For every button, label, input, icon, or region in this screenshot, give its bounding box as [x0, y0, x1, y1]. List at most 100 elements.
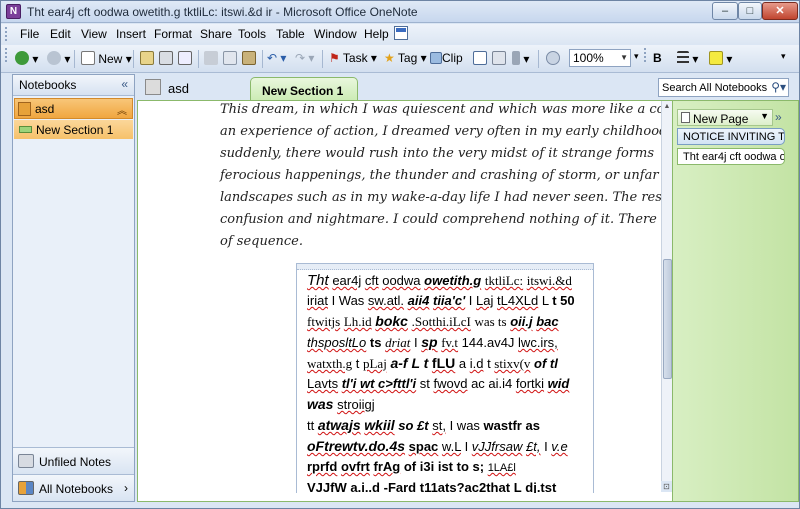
print-preview-icon — [178, 51, 192, 65]
menu-bar: File Edit View Insert Format Share Tools… — [1, 24, 799, 44]
undo-button[interactable]: ↶ ▾ — [267, 51, 286, 67]
new-button[interactable]: New ▾ — [81, 51, 132, 67]
paste-icon — [242, 51, 256, 65]
collapse-nav-button[interactable]: « — [121, 77, 128, 91]
print-preview-button[interactable] — [178, 51, 192, 67]
forward-button[interactable]: ▾ — [47, 51, 70, 67]
new-page-label: New Page — [693, 112, 749, 126]
menu-file[interactable]: File — [20, 27, 39, 41]
bullets-icon — [677, 51, 689, 65]
dropdown-arrow-icon[interactable]: ▼ — [760, 111, 769, 121]
new-page-icon — [81, 51, 95, 65]
toolbar-grip[interactable] — [5, 48, 8, 62]
menu-format[interactable]: Format — [154, 27, 192, 41]
page-canvas[interactable]: This dream, in which I was quiescent and… — [145, 101, 661, 493]
all-notebooks-button[interactable]: All Notebooks › — [13, 474, 134, 501]
envelope-icon — [140, 51, 154, 65]
handwriting-line: of sequence. — [220, 234, 304, 249]
onenote-app-icon[interactable]: N — [6, 4, 21, 19]
task-button[interactable]: ⚑ Task ▾ — [329, 51, 377, 67]
title-bar: N Tht ear4j cft oodwa owetith.g tktliLc:… — [1, 1, 799, 23]
window-layout-icon[interactable] — [394, 26, 408, 40]
section-label: New Section 1 — [36, 123, 114, 137]
handwriting-line: This dream, in which I was quiescent and… — [220, 102, 661, 117]
print-button[interactable] — [159, 51, 173, 67]
page-tab-notice[interactable]: NOTICE INVITING TE — [677, 128, 785, 145]
pen-button[interactable]: ▾ — [512, 51, 529, 67]
separator — [262, 50, 263, 68]
paste-button[interactable] — [242, 51, 256, 67]
notebook-asd[interactable]: asd ︽ — [14, 98, 133, 119]
redo-button[interactable]: ↷ ▾ — [295, 51, 314, 67]
collapse-notebook-icon[interactable]: ︽ — [117, 102, 127, 117]
print-icon — [159, 51, 173, 65]
menu-share[interactable]: Share — [200, 27, 232, 41]
page-tab-current[interactable]: Tht ear4j cft oodwa o — [677, 148, 785, 165]
unfiled-notes-label: Unfiled Notes — [39, 455, 112, 469]
maximize-button[interactable]: □ — [738, 2, 762, 20]
research-button[interactable] — [546, 51, 560, 67]
bold-button[interactable]: B — [653, 51, 662, 67]
collapse-pages-button[interactable]: » — [775, 110, 782, 124]
table-button[interactable] — [473, 51, 487, 67]
menu-grip[interactable] — [5, 27, 8, 41]
scroll-up-icon[interactable]: ▲ — [662, 102, 672, 112]
toolbar-overflow-button[interactable]: ▾ — [634, 51, 639, 67]
back-button[interactable]: ▾ — [15, 51, 38, 67]
toolbar-options-button[interactable]: ▾ — [781, 51, 786, 67]
dropdown-arrow-icon: ▼ — [620, 53, 628, 62]
menu-window[interactable]: Window — [314, 27, 357, 41]
copy-icon — [223, 51, 237, 65]
clip-label: Clip — [442, 51, 463, 65]
ocr-text-block[interactable]: Tht ear4j cft oodwa owetith.g tktliLc: i… — [307, 271, 593, 493]
window-title: Tht ear4j cft oodwa owetith.g tktliLc: i… — [27, 5, 418, 19]
menu-table[interactable]: Table — [276, 27, 305, 41]
page-scrollbar[interactable]: ▲ — [661, 101, 672, 492]
clip-button[interactable]: Clip — [430, 51, 463, 67]
cut-button[interactable] — [204, 51, 218, 67]
new-page-button[interactable]: New Page ▼ — [677, 109, 773, 126]
page-tabs-panel: New Page ▼ » NOTICE INVITING TE Tht ear4… — [673, 100, 799, 502]
email-button[interactable] — [140, 51, 154, 67]
flag-icon: ⚑ — [329, 51, 340, 65]
unfiled-notes-button[interactable]: Unfiled Notes — [13, 447, 134, 474]
minimize-button[interactable]: – — [712, 2, 738, 20]
separator — [538, 50, 539, 68]
scroll-thumb[interactable] — [663, 259, 672, 379]
handwriting-line: confusion and nightmare. I could compreh… — [220, 212, 657, 227]
navigation-bar: Notebooks « asd ︽ New Section 1 Unfiled … — [12, 74, 135, 502]
close-button[interactable]: ✕ — [762, 2, 798, 20]
section-icon — [19, 126, 32, 133]
menu-help[interactable]: Help — [364, 27, 389, 41]
expand-arrow-icon: › — [124, 481, 128, 495]
all-notebooks-label: All Notebooks — [39, 482, 114, 496]
attach-icon — [492, 51, 506, 65]
tab-new-section-1[interactable]: New Section 1 — [250, 77, 358, 101]
scissors-icon — [204, 51, 218, 65]
notebook-title: asd — [168, 81, 189, 96]
menu-tools[interactable]: Tools — [238, 27, 266, 41]
star-icon: ★ — [384, 51, 395, 65]
menu-edit[interactable]: Edit — [50, 27, 71, 41]
separator — [74, 50, 75, 68]
toolbar-grip[interactable] — [644, 48, 647, 62]
table-icon — [473, 51, 487, 65]
notebooks-header: Notebooks « — [13, 75, 134, 96]
highlight-button[interactable]: ▾ — [709, 51, 732, 67]
handwriting-line: landscapes such as in my wake-a-day life… — [220, 190, 661, 205]
search-input[interactable]: Search All Notebooks ⚲▾ — [658, 78, 789, 97]
search-icon[interactable]: ⚲▾ — [771, 80, 786, 94]
nav-section-new-section-1[interactable]: New Section 1 — [14, 120, 133, 139]
attach-button[interactable] — [492, 51, 506, 67]
copy-button[interactable] — [223, 51, 237, 67]
page-resize-icon[interactable]: ⊡ — [661, 481, 672, 492]
tag-button[interactable]: ★ Tag ▾ — [384, 51, 427, 67]
menu-view[interactable]: View — [81, 27, 107, 41]
bullets-button[interactable]: ▾ — [677, 51, 698, 67]
zoom-value: 100% — [573, 51, 604, 65]
all-notebooks-icon — [18, 481, 34, 495]
note-container-handle[interactable] — [297, 264, 593, 270]
menu-insert[interactable]: Insert — [116, 27, 146, 41]
note-container[interactable]: Tht ear4j cft oodwa owetith.g tktliLc: i… — [296, 263, 594, 493]
zoom-select[interactable]: 100% ▼ — [569, 49, 631, 67]
